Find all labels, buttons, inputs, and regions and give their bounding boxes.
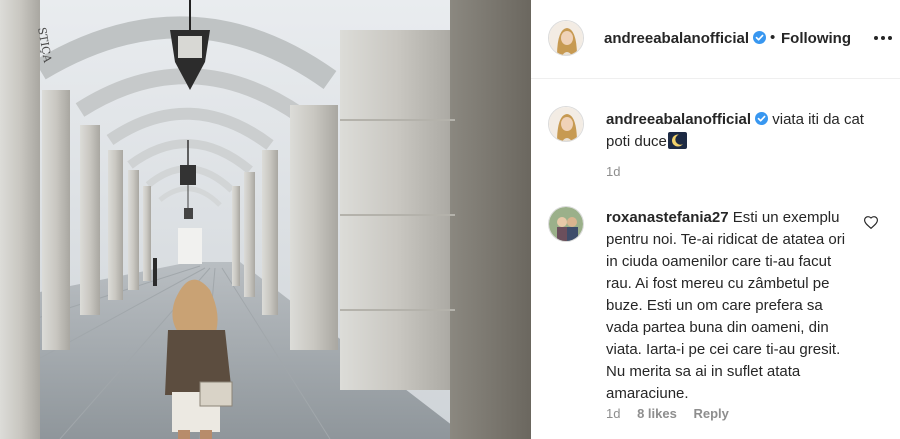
author-username[interactable]: andreeabalanofficial (604, 30, 767, 47)
commenter-avatar[interactable] (548, 206, 584, 242)
verified-badge-icon (755, 112, 769, 125)
post-photo[interactable]: STIÇA (0, 0, 531, 439)
caption-author-avatar[interactable] (548, 106, 584, 142)
caption-text: andreeabalanofficial viata iti da cat po… (606, 109, 886, 153)
post-side-panel: andreeabalanofficial • Following andreea… (531, 0, 900, 439)
caption-username[interactable]: andreeabalanofficial (606, 111, 751, 128)
header-separator: • (770, 29, 776, 46)
following-button[interactable]: Following (781, 30, 851, 47)
moon-emoji (667, 132, 687, 149)
author-username-text[interactable]: andreeabalanofficial (604, 30, 749, 47)
more-options-icon[interactable] (874, 36, 892, 42)
commenter-username[interactable]: roxanastefania27 (606, 209, 729, 226)
verified-badge-icon (753, 31, 767, 44)
comment-item: roxanastefania27 Esti un exemplu pentru … (531, 200, 900, 439)
author-avatar[interactable] (548, 20, 584, 56)
post-header: andreeabalanofficial • Following (531, 0, 900, 79)
comment-text: roxanastefania27 Esti un exemplu pentru … (606, 207, 858, 405)
like-heart-icon[interactable] (864, 216, 878, 229)
arcade-photo-illustration: STIÇA (0, 0, 531, 439)
comment-meta: 1d 8 likes Reply (606, 406, 742, 421)
comment-likes[interactable]: 8 likes (637, 406, 677, 421)
comment-body: Esti un exemplu pentru noi. Te-ai ridica… (606, 209, 846, 402)
reply-button[interactable]: Reply (693, 406, 728, 421)
caption-timestamp[interactable]: 1d (606, 164, 620, 179)
comment-timestamp[interactable]: 1d (606, 406, 620, 421)
